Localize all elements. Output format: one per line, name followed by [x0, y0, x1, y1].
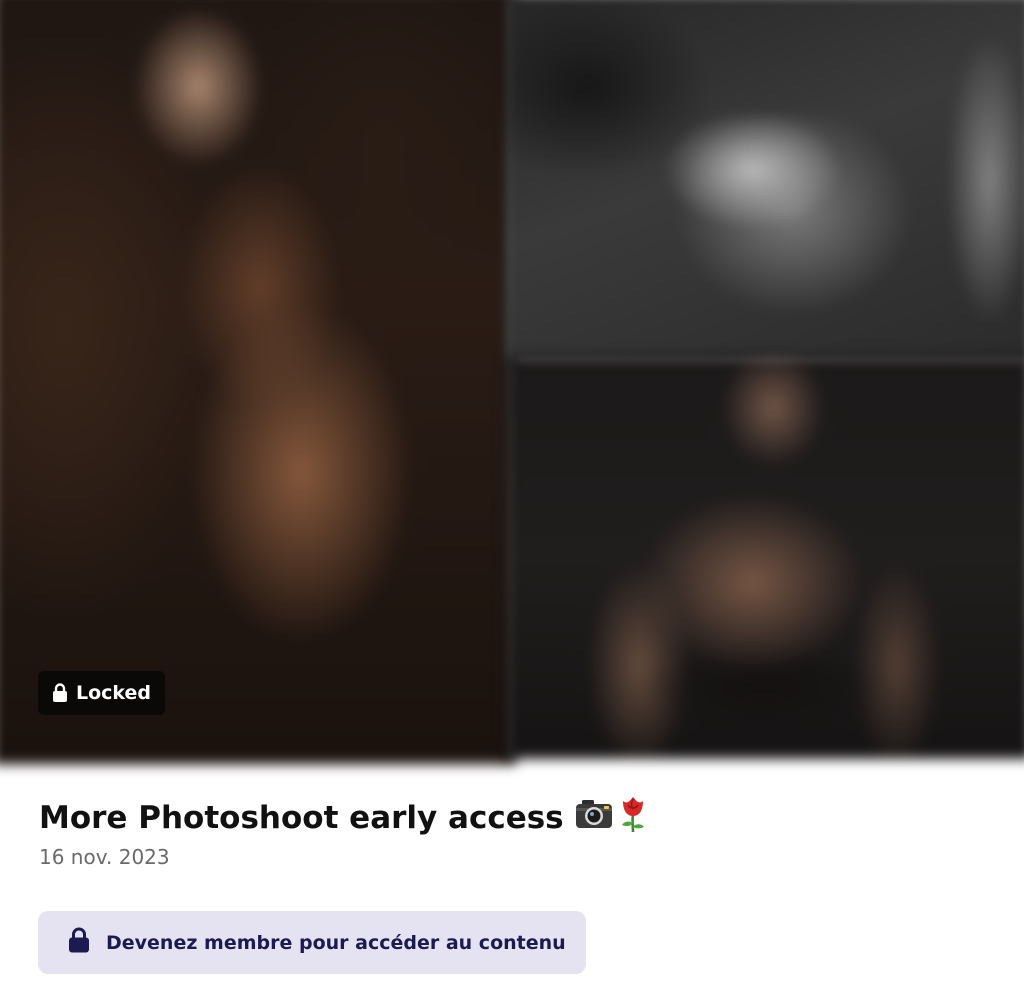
- post-title[interactable]: More Photoshoot early access: [39, 795, 648, 841]
- locked-badge: Locked: [38, 671, 166, 715]
- blurred-photo-main[interactable]: [0, 0, 516, 765]
- blurred-photo-bottom-right[interactable]: [505, 356, 1024, 759]
- post-title-text[interactable]: More Photoshoot early access: [39, 800, 564, 836]
- lock-icon: [68, 927, 90, 958]
- become-member-label[interactable]: Devenez membre pour accéder au contenu: [106, 932, 566, 954]
- become-member-button[interactable]: Devenez membre pour accéder au contenu: [38, 911, 586, 974]
- post-image-gallery[interactable]: Locked: [0, 0, 1024, 765]
- lock-icon: [52, 683, 68, 703]
- locked-label: Locked: [76, 682, 152, 704]
- rose-icon: [618, 795, 648, 841]
- post-date: 16 nov. 2023: [39, 845, 170, 869]
- camera-icon: [574, 797, 614, 839]
- blurred-photo-top-right[interactable]: [505, 0, 1024, 363]
